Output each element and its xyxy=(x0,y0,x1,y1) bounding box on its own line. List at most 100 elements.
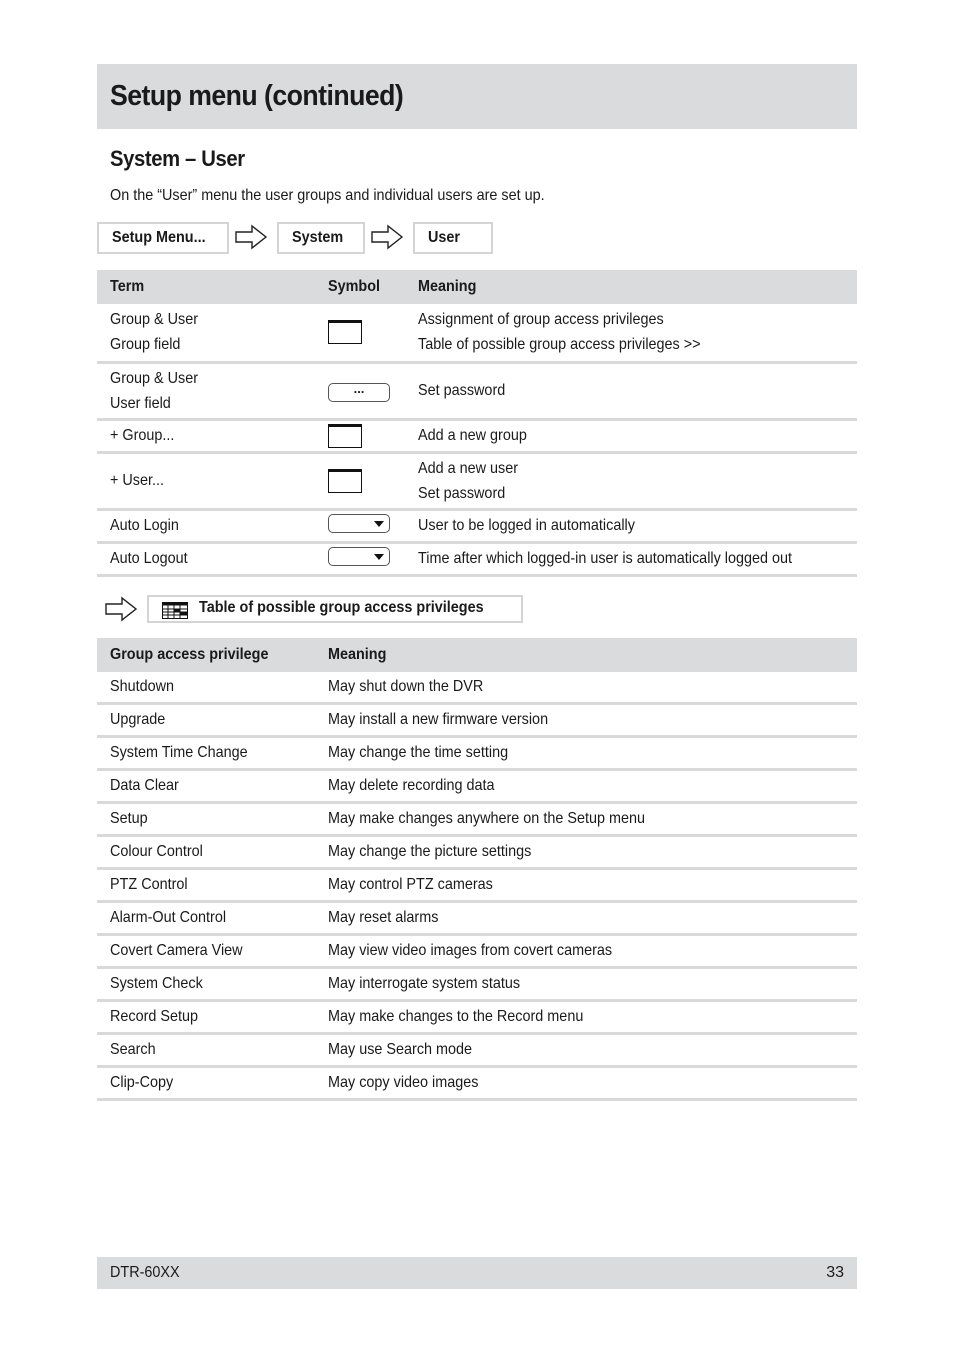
privilege-meaning: May use Search mode xyxy=(328,1041,473,1058)
privilege-name: Covert Camera View xyxy=(110,942,243,959)
table-row: Clip-Copy May copy video images xyxy=(97,1066,857,1101)
symbol-cell: ... xyxy=(315,362,405,421)
footer-model: DTR-60XX xyxy=(110,1264,180,1281)
meaning-line: User to be logged in automatically xyxy=(418,516,635,534)
page-number: 33 xyxy=(826,1264,844,1281)
privilege-name: System Check xyxy=(110,975,203,992)
privilege-meaning: May make changes to the Record menu xyxy=(328,1008,584,1025)
breadcrumb-setup-menu: Setup Menu... xyxy=(97,222,229,254)
term-line: Group & User xyxy=(110,311,199,329)
meaning-cell: Add a new group xyxy=(405,419,857,454)
privilege-cell: Data Clear xyxy=(97,769,315,804)
privilege-cell: Alarm-Out Control xyxy=(97,901,315,936)
breadcrumb-label: User xyxy=(428,229,461,246)
term-line: Group field xyxy=(110,336,181,354)
privilege-meaning: May interrogate system status xyxy=(328,975,521,992)
table-row: PTZ Control May control PTZ cameras xyxy=(97,868,857,903)
table-row: Auto Logout Time after which logged-in u… xyxy=(97,542,857,577)
privilege-meaning: May copy video images xyxy=(328,1074,479,1091)
page-header: Setup menu (continued) xyxy=(97,64,857,129)
table-grid-icon xyxy=(162,602,188,619)
term-line: User field xyxy=(110,394,171,412)
privilege-meaning: May change the time setting xyxy=(328,744,509,761)
column-header-meaning: Meaning xyxy=(405,270,857,304)
privilege-name: Upgrade xyxy=(110,711,166,728)
table-row: Auto Login User to be logged in automati… xyxy=(97,509,857,544)
terms-table: Term Symbol Meaning Group & User Group f… xyxy=(97,270,857,577)
privilege-cell: Covert Camera View xyxy=(97,934,315,969)
meaning-cell: May control PTZ cameras xyxy=(315,868,857,903)
meaning-cell: Add a new user Set password xyxy=(405,452,857,511)
privilege-meaning: May install a new firmware version xyxy=(328,711,549,728)
meaning-cell: Assignment of group access privileges Ta… xyxy=(405,304,857,364)
meaning-cell: May use Search mode xyxy=(315,1033,857,1068)
term-line: + User... xyxy=(110,471,165,489)
privileges-table-body: Shutdown May shut down the DVR Upgrade May … xyxy=(97,672,857,1101)
privileges-table-title: Table of possible group access privilege… xyxy=(199,599,484,616)
privilege-name: Clip-Copy xyxy=(110,1074,174,1091)
table-row: Data Clear May delete recording data xyxy=(97,769,857,804)
table-row: Record Setup May make changes to the Reco… xyxy=(97,1000,857,1035)
window-field-icon xyxy=(328,423,362,448)
privileges-table: Group access privilege Meaning Shutdown M… xyxy=(97,638,857,1101)
privilege-cell: System Time Change xyxy=(97,736,315,771)
table-row: Upgrade May install a new firmware versio… xyxy=(97,703,857,738)
privilege-name: System Time Change xyxy=(110,744,248,761)
meaning-cell: May reset alarms xyxy=(315,901,857,936)
breadcrumb-label: System xyxy=(292,229,344,246)
section-intro: On the “User” menu the user groups and i… xyxy=(110,187,545,204)
term-cell: Group & User User field xyxy=(97,362,315,421)
privilege-cell: System Check xyxy=(97,967,315,1002)
term-line: Auto Logout xyxy=(110,549,188,567)
meaning-cell: May interrogate system status xyxy=(315,967,857,1002)
privileges-table-link[interactable]: Table of possible group access privilege… xyxy=(418,332,813,357)
privilege-meaning: May reset alarms xyxy=(328,909,439,926)
meaning-cell: May change the time setting xyxy=(315,736,857,771)
privilege-meaning: May view video images from covert camera… xyxy=(328,942,613,959)
header-label: Meaning xyxy=(328,646,387,663)
term-line: + Group... xyxy=(110,426,175,444)
privilege-meaning: May shut down the DVR xyxy=(328,678,484,695)
table-row: Colour Control May change the picture set… xyxy=(97,835,857,870)
table-row: Group & User User field ... Set password xyxy=(97,362,857,421)
header-label: Term xyxy=(110,278,145,295)
privilege-cell: Clip-Copy xyxy=(97,1066,315,1101)
table-row: Covert Camera View May view video images … xyxy=(97,934,857,969)
privilege-meaning: May change the picture settings xyxy=(328,843,532,860)
meaning-line: Time after which logged-in user is autom… xyxy=(418,549,793,567)
window-field-icon xyxy=(328,468,362,493)
ellipsis-button-icon: ... xyxy=(328,382,390,402)
term-cell: Auto Logout xyxy=(97,542,315,577)
privilege-name: Search xyxy=(110,1041,156,1058)
table-row: Setup May make changes anywhere on the Se… xyxy=(97,802,857,837)
window-field-icon xyxy=(328,320,362,345)
meaning-cell: May shut down the DVR xyxy=(315,672,857,705)
privilege-name: Colour Control xyxy=(110,843,203,860)
table-row: + User... Add a new user Set password xyxy=(97,452,857,511)
column-header-meaning: Meaning xyxy=(315,638,857,672)
column-header-symbol: Symbol xyxy=(315,270,405,304)
meaning-line: Set password xyxy=(418,381,506,399)
meaning-cell: Set password xyxy=(405,362,857,421)
meaning-cell: May make changes to the Record menu xyxy=(315,1000,857,1035)
term-cell: Auto Login xyxy=(97,509,315,544)
arrow-right-icon xyxy=(105,596,138,622)
symbol-cell xyxy=(315,509,405,544)
meaning-line: Add a new group xyxy=(418,426,527,444)
column-header-term: Term xyxy=(97,270,315,304)
meaning-cell: May view video images from covert camera… xyxy=(315,934,857,969)
breadcrumb-user: User xyxy=(413,222,493,254)
page-footer: DTR-60XX 33 xyxy=(97,1257,857,1289)
column-header-privilege: Group access privilege xyxy=(97,638,315,672)
table-row: + Group... Add a new group xyxy=(97,419,857,454)
privilege-name: Shutdown xyxy=(110,678,175,695)
term-cell: + Group... xyxy=(97,419,315,454)
privilege-name: Record Setup xyxy=(110,1008,199,1025)
privilege-cell: Upgrade xyxy=(97,703,315,738)
breadcrumb-system: System xyxy=(277,222,365,254)
privilege-cell: Colour Control xyxy=(97,835,315,870)
term-line: Group & User xyxy=(110,369,199,387)
table-header-row: Term Symbol Meaning xyxy=(97,270,857,304)
dropdown-icon xyxy=(328,513,390,533)
privilege-meaning: May make changes anywhere on the Setup m… xyxy=(328,810,645,827)
